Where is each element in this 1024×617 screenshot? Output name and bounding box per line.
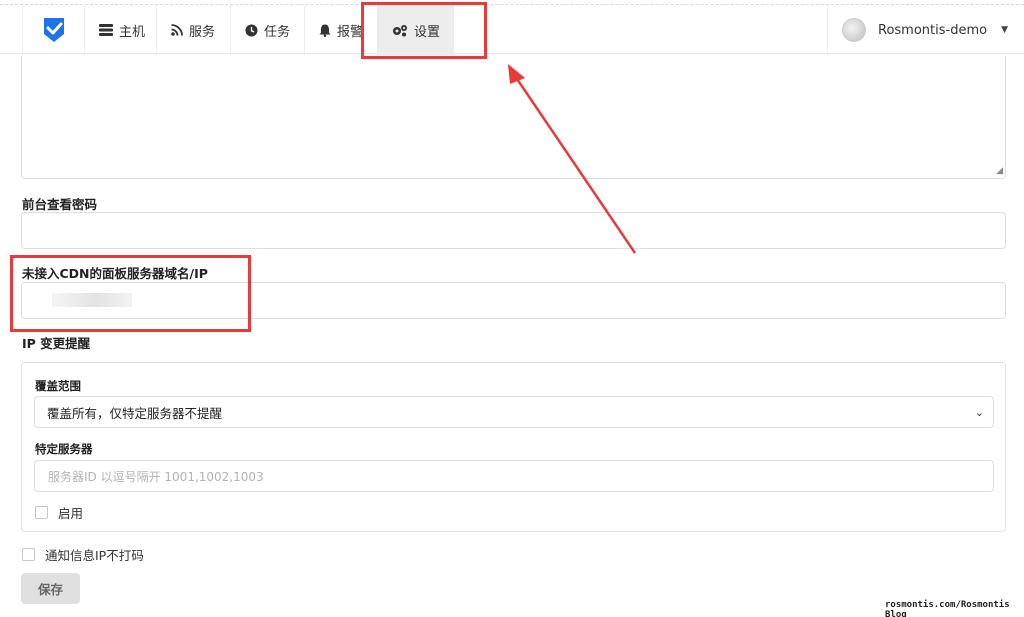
annotation-arrow (508, 64, 637, 254)
